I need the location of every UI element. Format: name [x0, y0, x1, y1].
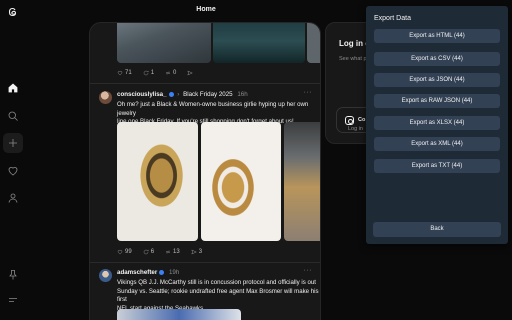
username[interactable]: adamschefter: [117, 269, 157, 276]
jewelry-photo[interactable]: [284, 122, 320, 241]
post-image[interactable]: [117, 23, 211, 63]
more-options-icon[interactable]: ···: [304, 267, 313, 274]
menu-icon[interactable]: [6, 293, 20, 307]
export-raw-json-button[interactable]: Export as RAW JSON (44): [374, 94, 500, 108]
topic-tag[interactable]: Black Friday 2025: [183, 91, 233, 98]
like-button[interactable]: 71: [117, 70, 132, 76]
jewelry-photo[interactable]: [117, 122, 198, 241]
share-button[interactable]: 3: [191, 249, 202, 255]
panel-title: Export Data: [374, 15, 411, 22]
create-icon[interactable]: [6, 136, 20, 150]
feed-column: 71 1 0 consciouslylisa_ › Black Friday 2…: [89, 22, 321, 320]
post-header: adamschefter 19h: [117, 269, 179, 276]
export-data-panel: Export Data Export as HTML (44) Export a…: [366, 6, 508, 244]
page-title: Home: [196, 6, 216, 13]
export-html-button[interactable]: Export as HTML (44): [374, 29, 500, 43]
search-icon[interactable]: [6, 109, 20, 123]
verified-badge-icon: [168, 91, 174, 97]
more-options-icon[interactable]: ···: [304, 89, 313, 96]
comment-button[interactable]: 6: [143, 249, 154, 255]
left-nav-rail: [0, 0, 26, 320]
post-image[interactable]: [307, 23, 320, 63]
instagram-icon: [345, 116, 354, 125]
verified-badge-icon: [159, 269, 165, 275]
post-image[interactable]: [213, 23, 305, 63]
jewelry-photo[interactable]: [201, 122, 281, 241]
avatar[interactable]: [99, 269, 112, 282]
export-csv-button[interactable]: Export as CSV (44): [374, 52, 500, 66]
post-image[interactable]: [117, 309, 241, 320]
post-actions: 71 1 0: [117, 70, 194, 76]
export-txt-button[interactable]: Export as TXT (44): [374, 159, 500, 173]
heart-icon[interactable]: [6, 164, 20, 178]
repost-button[interactable]: 13: [165, 249, 180, 255]
like-button[interactable]: 99: [117, 249, 132, 255]
export-xml-button[interactable]: Export as XML (44): [374, 137, 500, 151]
profile-icon[interactable]: [6, 191, 20, 205]
login-link[interactable]: Log in: [348, 126, 363, 132]
export-xlsx-button[interactable]: Export as XLSX (44): [374, 116, 500, 130]
chevron-right-icon: ›: [177, 91, 180, 98]
pin-icon[interactable]: [6, 268, 20, 282]
share-button[interactable]: [187, 70, 194, 76]
post-time: 19h: [168, 269, 180, 276]
back-button[interactable]: Back: [373, 222, 501, 237]
post-divider: [90, 83, 320, 84]
post-header: consciouslylisa_ › Black Friday 2025 16h: [117, 91, 248, 98]
home-icon[interactable]: [6, 81, 20, 95]
repost-button[interactable]: 0: [165, 70, 176, 76]
threads-logo-icon[interactable]: [6, 5, 20, 19]
post-time: 16h: [237, 91, 248, 98]
export-json-button[interactable]: Export as JSON (44): [374, 73, 500, 87]
post-divider: [90, 262, 320, 263]
comment-button[interactable]: 1: [143, 70, 154, 76]
post-actions: 99 6 13 3: [117, 249, 202, 255]
username[interactable]: consciouslylisa_: [117, 91, 167, 98]
avatar[interactable]: [99, 91, 112, 104]
